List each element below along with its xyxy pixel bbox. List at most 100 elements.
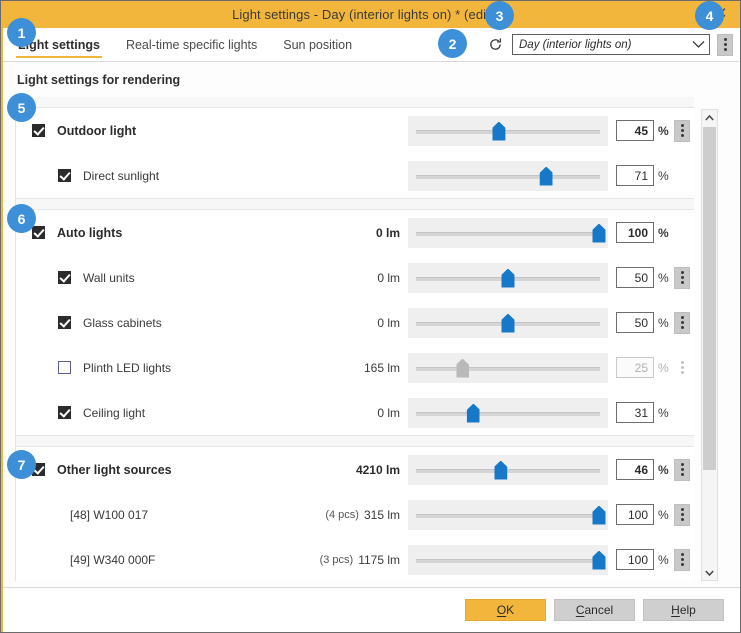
- light-group-other: Other light sources 4210 lm 46% [48] W100 0…: [16, 446, 694, 581]
- row-kebab-menu-icon[interactable]: [674, 458, 690, 481]
- row-kebab-menu-icon[interactable]: [674, 548, 690, 571]
- light-row-label-wrap: Direct sunlight: [32, 169, 400, 183]
- row-kebab-menu-icon[interactable]: [674, 311, 690, 334]
- page-title: Light settings for rendering: [17, 73, 181, 87]
- row-kebab-slot: [670, 266, 694, 289]
- slider-thumb[interactable]: [539, 166, 553, 186]
- brightness-slider[interactable]: [408, 115, 608, 146]
- light-groups-list: Outdoor light 45% Direct sunlight 71% Auto l…: [16, 97, 694, 581]
- brightness-slider[interactable]: [408, 217, 608, 248]
- tab-realtime-specific-lights[interactable]: Real-time specific lights: [124, 38, 259, 58]
- brightness-slider[interactable]: [408, 544, 608, 575]
- chevron-down-icon[interactable]: [702, 565, 717, 580]
- slider-track: [416, 129, 600, 134]
- light-row-checkbox[interactable]: [58, 316, 71, 329]
- row-kebab-menu-icon[interactable]: [674, 503, 690, 526]
- percent-unit-label: %: [658, 405, 669, 420]
- toolbar-right: Day (interior lights on): [485, 28, 733, 61]
- light-row-label: Wall units: [83, 270, 135, 285]
- brightness-value-input[interactable]: 45: [616, 120, 654, 141]
- window-title: Light settings - Day (interior lights on…: [232, 7, 509, 22]
- light-row-lumen: 1175 lm: [358, 552, 400, 567]
- row-kebab-menu-icon[interactable]: [674, 357, 690, 379]
- light-row-label-wrap: Outdoor light: [32, 124, 400, 138]
- slider-track: [416, 366, 600, 371]
- brightness-slider[interactable]: [408, 160, 608, 191]
- light-row-label-wrap: Wall units: [32, 271, 377, 285]
- light-row-label: Direct sunlight: [83, 168, 160, 183]
- preset-kebab-menu-icon[interactable]: [717, 33, 733, 56]
- light-row-label-wrap: Other light sources: [32, 463, 356, 477]
- light-row-label-wrap: [49] W340 000F: [32, 553, 320, 567]
- light-row-pieces: (3 pcs): [319, 553, 354, 566]
- tab-strip: Light settings Real-time specific lights…: [2, 28, 739, 62]
- percent-unit-label: %: [658, 552, 669, 567]
- brightness-value-input[interactable]: 100: [616, 504, 654, 525]
- slider-thumb[interactable]: [494, 460, 508, 480]
- row-kebab-slot: [670, 357, 694, 379]
- light-row-label-wrap: Glass cabinets: [32, 316, 377, 330]
- slider-track: [416, 411, 600, 416]
- help-button[interactable]: Help: [643, 598, 724, 621]
- slider-thumb[interactable]: [592, 550, 606, 570]
- slider-thumb[interactable]: [492, 121, 506, 141]
- slider-thumb[interactable]: [466, 403, 480, 423]
- light-row: Glass cabinets 0 lm 50%: [16, 300, 694, 345]
- brightness-slider[interactable]: [408, 352, 608, 383]
- percent-unit-label: %: [658, 225, 669, 240]
- light-settings-dialog: Light settings - Day (interior lights on…: [0, 0, 741, 633]
- cancel-button[interactable]: Cancel: [554, 598, 635, 621]
- row-kebab-menu-icon[interactable]: [674, 119, 690, 142]
- brightness-value-input[interactable]: 31: [616, 402, 654, 423]
- light-row-lumen: 0 lm: [377, 270, 400, 285]
- light-row-checkbox[interactable]: [32, 124, 45, 137]
- brightness-slider[interactable]: [408, 454, 608, 485]
- row-kebab-slot: [670, 548, 694, 571]
- light-row-checkbox[interactable]: [58, 361, 71, 374]
- help-button-label: Help: [671, 602, 696, 617]
- callout-badge-2: 2: [438, 29, 467, 58]
- slider-thumb[interactable]: [592, 505, 606, 525]
- brightness-value-input[interactable]: 71: [616, 165, 654, 186]
- light-row-lumen: 4210 lm: [355, 462, 400, 477]
- refresh-icon[interactable]: [485, 35, 505, 55]
- brightness-value-input[interactable]: 100: [616, 222, 654, 243]
- slider-thumb[interactable]: [501, 268, 515, 288]
- brightness-value-input[interactable]: 46: [616, 459, 654, 480]
- row-kebab-menu-icon[interactable]: [674, 266, 690, 289]
- brightness-value-input[interactable]: 100: [616, 549, 654, 570]
- chevron-down-icon: [687, 40, 709, 49]
- brightness-slider[interactable]: [408, 499, 608, 530]
- ok-button[interactable]: OK: [465, 598, 546, 621]
- callout-badge-4: 4: [695, 1, 724, 30]
- tab-sun-position[interactable]: Sun position: [281, 38, 354, 58]
- brightness-slider[interactable]: [408, 397, 608, 428]
- callout-badge-7: 7: [7, 450, 36, 479]
- brightness-value-input[interactable]: 25: [616, 357, 654, 378]
- vertical-scrollbar[interactable]: [701, 109, 718, 581]
- light-row-checkbox[interactable]: [58, 169, 71, 182]
- light-row-checkbox[interactable]: [32, 226, 45, 239]
- brightness-value-input[interactable]: 50: [616, 267, 654, 288]
- slider-track: [416, 513, 600, 518]
- scrollbar-thumb[interactable]: [703, 127, 716, 470]
- row-kebab-slot: [670, 119, 694, 142]
- brightness-value-input[interactable]: 50: [616, 312, 654, 333]
- light-row: Wall units 0 lm 50%: [16, 255, 694, 300]
- slider-track: [416, 174, 600, 179]
- preset-select[interactable]: Day (interior lights on): [512, 34, 710, 55]
- light-group-outdoor: Outdoor light 45% Direct sunlight 71%: [16, 107, 694, 199]
- light-row-label: Outdoor light: [57, 123, 137, 138]
- slider-thumb[interactable]: [501, 313, 515, 333]
- brightness-slider[interactable]: [408, 307, 608, 338]
- light-row-label: Plinth LED lights: [83, 360, 172, 375]
- brightness-slider[interactable]: [408, 262, 608, 293]
- slider-thumb[interactable]: [456, 358, 469, 378]
- cancel-button-label: Cancel: [575, 602, 614, 617]
- slider-thumb[interactable]: [592, 223, 606, 243]
- light-row: Plinth LED lights 165 lm 25%: [16, 345, 694, 390]
- chevron-up-icon[interactable]: [702, 110, 717, 125]
- light-row-checkbox[interactable]: [58, 406, 71, 419]
- callout-badge-6: 6: [7, 204, 36, 233]
- light-row-checkbox[interactable]: [58, 271, 71, 284]
